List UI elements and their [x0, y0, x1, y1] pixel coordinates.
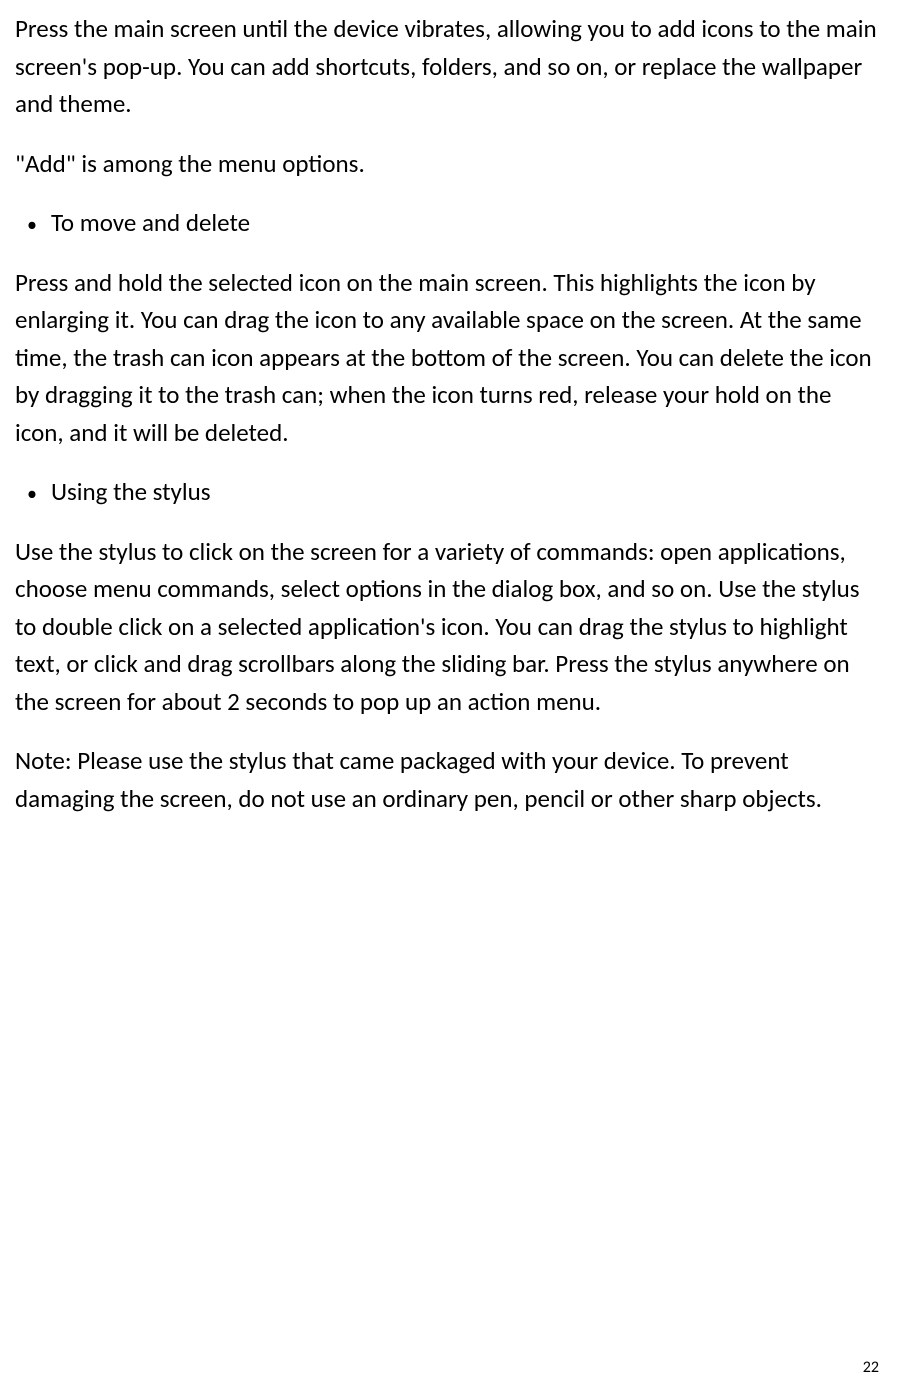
bullet-icon: • — [27, 479, 37, 509]
page-number: 22 — [863, 1356, 879, 1380]
paragraph-move-delete: Press and hold the selected icon on the … — [15, 264, 879, 452]
bullet-item-stylus: • Using the stylus — [15, 473, 879, 511]
bullet-icon: • — [27, 210, 37, 240]
bullet-label: To move and delete — [51, 204, 879, 242]
bullet-label: Using the stylus — [51, 473, 879, 511]
bullet-item-move-delete: • To move and delete — [15, 204, 879, 242]
paragraph-stylus-usage: Use the stylus to click on the screen fo… — [15, 533, 879, 721]
paragraph-note: Note: Please use the stylus that came pa… — [15, 742, 879, 817]
paragraph-add-option: "Add" is among the menu options. — [15, 145, 879, 183]
paragraph-intro: Press the main screen until the device v… — [15, 10, 879, 123]
